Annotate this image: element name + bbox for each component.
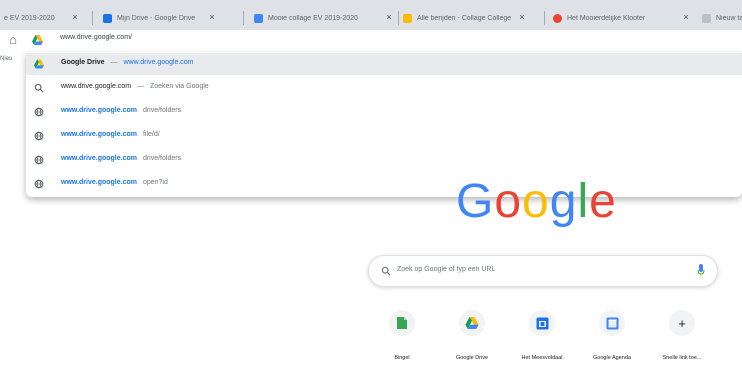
shortcut-icon-circle bbox=[599, 310, 625, 336]
suggestion-title: Google Drive bbox=[61, 59, 105, 66]
history-globe-icon bbox=[34, 179, 44, 189]
search-icon bbox=[34, 83, 44, 93]
tab-6-active[interactable]: Nieuw tabblad bbox=[702, 6, 742, 30]
google-agenda-icon bbox=[606, 317, 618, 329]
suggestion-url: www.drive.google.com bbox=[61, 155, 137, 162]
suggestion-suffix: drive/folders bbox=[142, 107, 182, 114]
tab-4[interactable]: Alle berijden - Collage College × bbox=[403, 6, 527, 30]
shortcut-icon-circle bbox=[459, 310, 485, 336]
tab-strip: e EV 2019-2020 × Mijn Drive - Google Dri… bbox=[0, 0, 742, 30]
bingel-icon bbox=[397, 317, 407, 329]
close-icon[interactable]: × bbox=[384, 12, 394, 22]
search-placeholder: Zoek op Google of typ een URL bbox=[397, 266, 496, 273]
tab-title: Het Mooierdelijke Klooter bbox=[567, 14, 646, 22]
separator: — bbox=[136, 83, 144, 90]
tab-title: Alle berijden - Collage College bbox=[417, 14, 512, 22]
tab-title: Mijn Drive - Google Drive bbox=[117, 14, 196, 22]
plus-icon: + bbox=[678, 315, 686, 331]
logo-letter: e bbox=[589, 175, 617, 228]
google-search-box[interactable]: Zoek op Google of typ een URL bbox=[368, 255, 718, 287]
shortcut-label: Google Drive bbox=[455, 355, 489, 361]
shortcut-tile[interactable]: Google Agenda bbox=[577, 310, 647, 365]
omnibox-suggestions: Google Drive — www.drive.google.com www.… bbox=[26, 52, 742, 197]
site-favicon-icon bbox=[553, 13, 562, 23]
shortcut-icon-circle bbox=[529, 310, 555, 336]
google-drive-icon bbox=[465, 317, 479, 329]
suggestion-url: www.drive.google.com bbox=[123, 59, 194, 66]
toolbar: ⌂ www.drive.google.com/ bbox=[0, 30, 742, 52]
tab-title: Mooie collage EV 2019-2020 bbox=[268, 14, 358, 22]
drive-favicon-icon bbox=[103, 13, 112, 23]
suggestion-row[interactable]: www.drive.google.com — Zoeken via Google bbox=[26, 77, 742, 99]
suggestion-suffix: Zoeken via Google bbox=[149, 83, 209, 90]
logo-letter: l bbox=[577, 175, 590, 228]
suggestion-row[interactable]: Google Drive — www.drive.google.com bbox=[26, 53, 742, 75]
calendar-icon bbox=[536, 317, 548, 329]
logo-letter: g bbox=[549, 175, 578, 228]
history-globe-icon bbox=[34, 155, 44, 165]
google-logo: Google bbox=[456, 172, 631, 232]
shortcut-label: Bingel bbox=[394, 355, 410, 361]
tab-5[interactable]: Het Mooierdelijke Klooter × bbox=[553, 6, 691, 30]
close-icon[interactable]: × bbox=[681, 12, 691, 22]
tab-title: Nieuw tabblad bbox=[716, 14, 742, 22]
close-icon[interactable]: × bbox=[207, 12, 217, 22]
suggestion-row[interactable]: www.drive.google.com file/d/ bbox=[26, 125, 742, 147]
tab-divider bbox=[544, 11, 545, 25]
microphone-icon[interactable] bbox=[697, 264, 705, 277]
suggestion-row[interactable]: www.drive.google.com open?id bbox=[26, 173, 742, 195]
address-bar-input[interactable]: www.drive.google.com/ bbox=[60, 34, 132, 41]
tab-1[interactable]: e EV 2019-2020 × bbox=[4, 6, 80, 30]
shortcut-tile[interactable]: Google Drive bbox=[437, 310, 507, 365]
logo-letter: o bbox=[494, 175, 523, 228]
suggestion-title: www.drive.google.com bbox=[61, 83, 132, 90]
tab-3[interactable]: Mooie collage EV 2019-2020 × bbox=[254, 6, 394, 30]
close-icon[interactable]: × bbox=[70, 12, 80, 22]
suggestion-suffix: file/d/ bbox=[142, 131, 160, 138]
suggestion-suffix: drive/folders bbox=[142, 155, 182, 162]
new-tab-favicon-icon bbox=[702, 13, 711, 23]
history-globe-icon bbox=[34, 107, 44, 117]
shortcut-label: Snelle link toe... bbox=[662, 355, 702, 361]
google-drive-icon bbox=[34, 59, 44, 69]
tab-divider bbox=[398, 11, 399, 25]
tab-title: e EV 2019-2020 bbox=[4, 14, 55, 22]
separator: — bbox=[110, 59, 118, 66]
tab-divider bbox=[243, 11, 244, 25]
logo-letter: G bbox=[456, 175, 495, 228]
shortcut-label: Het Meesvoldaal bbox=[521, 355, 563, 361]
suggestion-url: www.drive.google.com bbox=[61, 107, 137, 114]
add-shortcut-tile[interactable]: + Snelle link toe... bbox=[647, 310, 717, 365]
shortcut-icon-circle bbox=[389, 310, 415, 336]
docs-favicon-icon bbox=[254, 13, 263, 23]
suggestion-url: www.drive.google.com bbox=[61, 179, 137, 186]
tab-divider bbox=[92, 11, 93, 25]
tab-2[interactable]: Mijn Drive - Google Drive × bbox=[103, 6, 217, 30]
shortcut-label: Google Agenda bbox=[593, 355, 631, 361]
suggestion-url: www.drive.google.com bbox=[61, 131, 137, 138]
suggestion-row[interactable]: www.drive.google.com drive/folders bbox=[26, 149, 742, 171]
history-globe-icon bbox=[34, 131, 44, 141]
suggestion-suffix: open?id bbox=[142, 179, 168, 186]
shortcut-tile[interactable]: Het Meesvoldaal bbox=[507, 310, 577, 365]
search-icon bbox=[381, 266, 391, 276]
suggestion-row[interactable]: www.drive.google.com drive/folders bbox=[26, 101, 742, 123]
shortcut-tile[interactable]: Bingel bbox=[367, 310, 437, 365]
close-icon[interactable]: × bbox=[517, 12, 527, 22]
partially-hidden-text: Nieu bbox=[0, 56, 13, 62]
shortcut-icon-circle: + bbox=[669, 310, 695, 336]
home-button[interactable]: ⌂ bbox=[6, 32, 20, 48]
site-favicon-icon bbox=[403, 13, 412, 23]
google-drive-icon bbox=[32, 35, 43, 45]
logo-letter: o bbox=[522, 175, 550, 228]
